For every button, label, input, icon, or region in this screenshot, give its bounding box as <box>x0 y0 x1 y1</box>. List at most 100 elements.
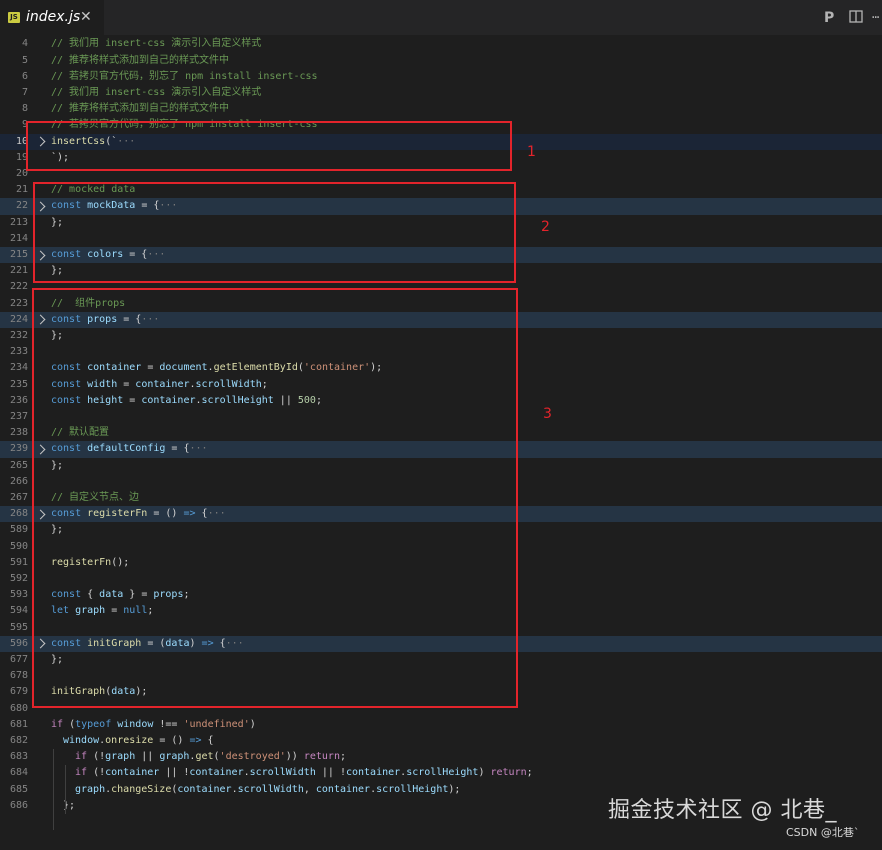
line-number: 589 <box>9 524 28 536</box>
code-token: 'destroyed' <box>219 751 286 763</box>
code-text: if (typeof window !== 'undefined') <box>51 717 256 733</box>
line-number: 6 <box>21 70 28 82</box>
line-number: 213 <box>9 216 28 228</box>
indent-guide <box>65 765 66 814</box>
line-number: 595 <box>9 621 28 633</box>
line-number: 685 <box>9 783 28 795</box>
code-line[interactable]: 4 // 我们用 insert-css 演示引入自定义样式 <box>0 36 882 52</box>
code-token: get <box>195 751 214 763</box>
line-number: 22 <box>15 200 28 212</box>
code-token: scrollWidth <box>249 767 316 779</box>
code-token: // 我们用 insert-css 演示引入自定义样式 <box>51 87 262 98</box>
tab-bar: JS index.js ✕ P ··· <box>0 0 882 35</box>
line-number: 222 <box>9 281 28 293</box>
code-line[interactable]: 5 // 推荐将样式添加到自己的样式文件中 <box>0 53 882 69</box>
code-text: // 推荐将样式添加到自己的样式文件中 <box>51 53 229 69</box>
line-number: 234 <box>9 362 28 374</box>
line-number: 682 <box>9 735 28 746</box>
code-token: || ! <box>159 767 190 779</box>
code-line[interactable]: 8 // 推荐将样式添加到自己的样式文件中 <box>0 101 882 117</box>
line-number: 266 <box>9 475 28 487</box>
code-token: ); <box>448 783 461 795</box>
code-line[interactable]: 684 if (!container || !container.scrollWi… <box>0 765 882 781</box>
code-token: ( <box>63 718 76 730</box>
code-text: if (!container || !container.scrollWidth… <box>75 765 533 781</box>
code-token: scrollWidth <box>237 783 304 795</box>
code-line[interactable]: 681 if (typeof window !== 'undefined') <box>0 717 882 733</box>
line-number: 686 <box>9 799 28 811</box>
line-number: 9 <box>21 119 28 131</box>
tab-title: index.js <box>26 9 81 25</box>
more-actions-icon[interactable]: ··· <box>871 10 880 26</box>
code-text: // 若拷贝官方代码，别忘了 npm install insert-css <box>51 69 318 85</box>
annotation-label-2: 2 <box>541 219 550 235</box>
code-token: ) <box>478 767 491 779</box>
code-line[interactable]: 685 graph.changeSize(container.scrollWidt… <box>0 782 882 798</box>
line-number: 592 <box>9 573 28 584</box>
code-token: => <box>189 735 202 746</box>
code-text: // 我们用 insert-css 演示引入自定义样式 <box>51 36 261 52</box>
editor-tab-index-js[interactable]: JS index.js ✕ <box>0 0 104 35</box>
line-number: 680 <box>9 702 28 714</box>
code-token: graph <box>105 751 136 763</box>
line-number: 20 <box>15 168 28 179</box>
line-number: 683 <box>9 751 28 763</box>
line-number: 233 <box>9 346 28 358</box>
code-text: graph.changeSize(container.scrollWidth, … <box>75 782 460 798</box>
line-number: 265 <box>9 459 28 471</box>
line-number: 224 <box>9 313 28 325</box>
line-number: 232 <box>9 330 28 341</box>
code-token: container <box>177 783 232 795</box>
code-token: ) <box>249 718 256 730</box>
code-token: graph <box>159 751 190 763</box>
code-token: window <box>117 718 154 730</box>
line-number: 237 <box>9 411 28 422</box>
line-number: 590 <box>9 540 28 552</box>
code-token: // 若拷贝官方代码，别忘了 npm install insert-css <box>51 70 318 82</box>
code-token: return <box>303 751 340 763</box>
code-line[interactable]: 682 window.onresize = () => { <box>0 733 882 749</box>
annotation-box-2 <box>33 182 516 283</box>
code-token: ; <box>339 751 346 763</box>
split-editor-icon[interactable] <box>849 10 863 27</box>
code-line[interactable]: 6 // 若拷贝官方代码，别忘了 npm install insert-css <box>0 69 882 85</box>
code-token: onresize <box>105 735 154 746</box>
line-number: 684 <box>9 767 28 779</box>
line-number: 214 <box>9 232 28 244</box>
line-number: 268 <box>9 508 28 520</box>
code-token: if <box>51 718 64 730</box>
line-number: 678 <box>9 670 28 682</box>
javascript-file-icon: JS <box>8 12 20 23</box>
code-line[interactable]: 683 if (!graph || graph.get('destroyed'))… <box>0 749 882 765</box>
line-number: 5 <box>21 54 28 66</box>
code-token: // 我们用 insert-css 演示引入自定义样式 <box>51 38 262 50</box>
close-tab-icon[interactable]: ✕ <box>80 9 92 26</box>
code-token: return <box>490 767 527 779</box>
code-token: !== <box>153 718 184 730</box>
line-number: 593 <box>9 589 28 601</box>
annotation-label-3: 3 <box>543 406 552 422</box>
line-number: 7 <box>21 87 28 98</box>
code-token: , <box>303 783 316 795</box>
code-token: container <box>105 767 160 779</box>
code-token: (! <box>87 767 106 779</box>
line-number: 677 <box>9 654 28 665</box>
line-number: 21 <box>15 184 28 196</box>
code-text: if (!graph || graph.get('destroyed')) re… <box>75 749 346 765</box>
annotation-box-1 <box>26 121 512 171</box>
line-number: 4 <box>21 38 28 50</box>
line-number: 8 <box>21 103 28 115</box>
code-token: // 推荐将样式添加到自己的样式文件中 <box>51 54 230 66</box>
code-token: (! <box>87 751 106 763</box>
code-line[interactable]: 7 // 我们用 insert-css 演示引入自定义样式 <box>0 85 882 101</box>
line-number: 596 <box>9 637 28 649</box>
line-number: 236 <box>9 394 28 406</box>
code-text: // 我们用 insert-css 演示引入自定义样式 <box>51 85 261 101</box>
code-token: = () <box>153 735 190 746</box>
watermark-csdn: CSDN @北巷` <box>786 826 860 839</box>
code-token: container <box>315 783 371 795</box>
line-number: 10 <box>15 135 28 147</box>
line-number: 19 <box>15 151 28 163</box>
preview-icon[interactable]: P <box>824 10 834 26</box>
code-token: ; <box>526 767 533 779</box>
